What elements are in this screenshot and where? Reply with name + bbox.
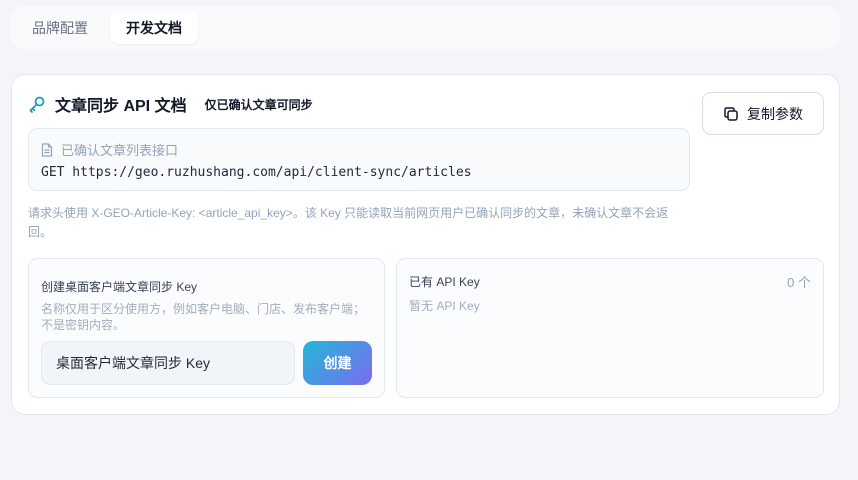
header-note: 请求头使用 X-GEO-Article-Key: <article_api_ke… [28,206,669,239]
existing-keys-empty: 暂无 API Key [409,299,480,313]
tab-brand-config[interactable]: 品牌配置 [16,11,104,44]
endpoint-box: 已确认文章列表接口 GET https://geo.ruzhushang.com… [28,128,690,191]
copy-params-label: 复制参数 [747,105,803,122]
copy-params-button[interactable]: 复制参数 [702,92,824,135]
existing-keys-title: 已有 API Key [409,275,480,289]
create-key-title: 创建桌面客户端文章同步 Key [41,280,198,294]
endpoint-label: 已确认文章列表接口 [61,143,179,158]
key-icon [27,94,47,114]
create-key-hint: 名称仅用于区分使用方，例如客户电脑、门店、发布客户端；不是密钥内容。 [41,302,366,332]
create-key-panel: 创建桌面客户端文章同步 Key 名称仅用于区分使用方，例如客户电脑、门店、发布客… [28,258,385,398]
endpoint-url: GET https://geo.ruzhushang.com/api/clien… [41,165,472,180]
create-key-button[interactable]: 创建 [303,341,372,385]
tab-bar: 品牌配置 开发文档 [11,6,840,49]
card-subtitle: 仅已确认文章可同步 [204,97,313,112]
card-title: 文章同步 API 文档 [55,98,187,115]
tab-dev-docs[interactable]: 开发文档 [110,11,198,44]
document-icon [41,142,53,157]
key-name-input[interactable] [41,341,295,385]
existing-keys-count: 0 个 [787,275,811,290]
endpoint-label-row: 已确认文章列表接口 [41,140,178,159]
api-doc-card: 文章同步 API 文档 仅已确认文章可同步 复制参数 已确认文章列表接口 GET… [11,74,840,415]
card-header: 文章同步 API 文档 仅已确认文章可同步 [27,94,313,115]
copy-icon [723,106,739,122]
existing-keys-panel: 已有 API Key 0 个 暂无 API Key [396,258,824,398]
